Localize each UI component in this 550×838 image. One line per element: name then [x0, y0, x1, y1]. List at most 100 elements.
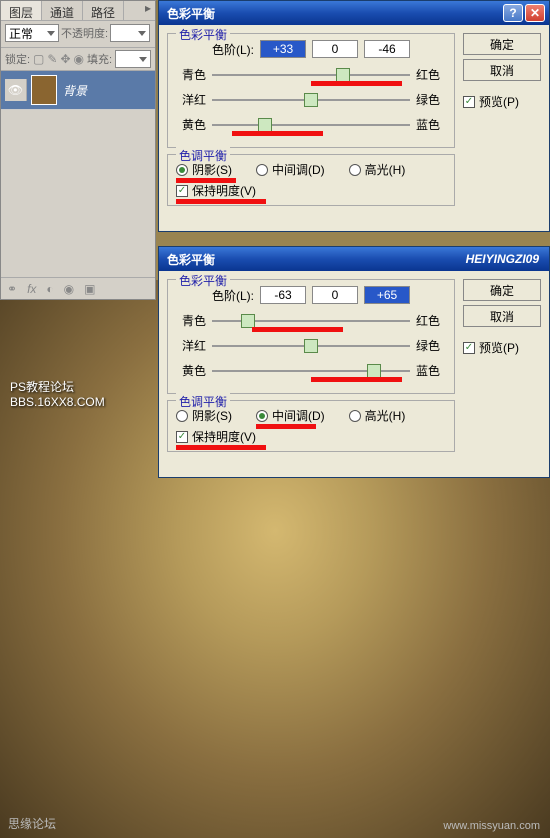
group-legend: 色彩平衡: [176, 26, 230, 43]
level-input-3[interactable]: [364, 286, 410, 304]
lock-brush-icon[interactable]: ✎: [47, 52, 57, 66]
tab-layers[interactable]: 图层: [1, 1, 42, 20]
slider-thumb[interactable]: [336, 68, 350, 82]
titlebar[interactable]: 色彩平衡 HEIYINGZI09: [159, 247, 549, 271]
visibility-toggle[interactable]: 👁: [5, 79, 27, 101]
cancel-button[interactable]: 取消: [463, 59, 541, 81]
lock-label: 锁定:: [5, 51, 30, 67]
dialog-title: 色彩平衡: [167, 251, 215, 268]
slider-right-label: 绿色: [416, 337, 446, 354]
radio-icon: [256, 410, 268, 422]
radio-icon: [256, 164, 268, 176]
opacity-label: 不透明度:: [61, 25, 108, 41]
slider-left-label: 洋红: [176, 91, 206, 108]
color-balance-dialog-1: 色彩平衡 ? ✕ 色彩平衡 色阶(L): 青色 红色洋红: [158, 0, 550, 232]
level-input-1[interactable]: [260, 40, 306, 58]
slider-track[interactable]: [212, 314, 410, 328]
ok-button[interactable]: 确定: [463, 279, 541, 301]
tone-radio[interactable]: 高光(H): [349, 407, 406, 424]
panel-menu-icon[interactable]: ▸: [141, 1, 155, 20]
opacity-input[interactable]: [110, 24, 150, 42]
radio-icon: [176, 410, 188, 422]
adjustment-icon[interactable]: ◉: [64, 282, 74, 296]
preserve-luminosity-checkbox[interactable]: ✓保持明度(V): [176, 428, 256, 445]
slider-left-label: 青色: [176, 66, 206, 83]
radio-icon: [349, 164, 361, 176]
watermark-footer-left: 思缘论坛: [8, 815, 56, 832]
slider-row: 洋红 绿色: [176, 337, 446, 354]
fx-icon[interactable]: fx: [27, 282, 36, 296]
slider-track[interactable]: [212, 93, 410, 107]
tone-radio[interactable]: 中间调(D): [256, 407, 325, 424]
slider-row: 洋红 绿色: [176, 91, 446, 108]
slider-left-label: 洋红: [176, 337, 206, 354]
slider-track[interactable]: [212, 118, 410, 132]
slider-right-label: 红色: [416, 66, 446, 83]
close-button[interactable]: ✕: [525, 4, 545, 22]
mask-icon[interactable]: ◐: [46, 282, 53, 296]
blend-mode-select[interactable]: 正常: [5, 24, 59, 42]
cancel-button[interactable]: 取消: [463, 305, 541, 327]
level-input-3[interactable]: [364, 40, 410, 58]
lock-move-icon[interactable]: ✥: [60, 52, 70, 66]
slider-left-label: 黄色: [176, 362, 206, 379]
slider-right-label: 红色: [416, 312, 446, 329]
preview-checkbox[interactable]: ✓预览(P): [463, 339, 541, 356]
slider-right-label: 蓝色: [416, 116, 446, 133]
slider-row: 黄色 蓝色: [176, 362, 446, 379]
preview-checkbox[interactable]: ✓预览(P): [463, 93, 541, 110]
ok-button[interactable]: 确定: [463, 33, 541, 55]
slider-thumb[interactable]: [304, 93, 318, 107]
slider-row: 青色 红色: [176, 66, 446, 83]
tone-balance-group: 色调平衡 阴影(S)中间调(D)高光(H) ✓保持明度(V): [167, 154, 455, 206]
slider-thumb[interactable]: [304, 339, 318, 353]
slider-right-label: 绿色: [416, 91, 446, 108]
watermark-text: PS教程论坛 BBS.16XX8.COM: [10, 378, 105, 409]
lock-row: 锁定: ▢ ✎ ✥ ◉ 填充:: [1, 48, 155, 71]
tab-paths[interactable]: 路径: [83, 1, 124, 20]
chevron-down-icon: [139, 57, 147, 62]
group-legend: 色调平衡: [176, 393, 230, 410]
layer-thumbnail[interactable]: [31, 75, 57, 105]
slider-thumb[interactable]: [367, 364, 381, 378]
folder-icon[interactable]: ▣: [84, 282, 95, 296]
tone-radio[interactable]: 高光(H): [349, 161, 406, 178]
watermark-footer-right: www.missyuan.com: [443, 820, 540, 832]
slider-left-label: 青色: [176, 312, 206, 329]
slider-track[interactable]: [212, 68, 410, 82]
chevron-down-icon: [47, 31, 55, 36]
level-input-1[interactable]: [260, 286, 306, 304]
tone-radio[interactable]: 中间调(D): [256, 161, 325, 178]
slider-thumb[interactable]: [258, 118, 272, 132]
slider-track[interactable]: [212, 339, 410, 353]
layer-controls: 正常 不透明度:: [1, 21, 155, 48]
layer-row[interactable]: 👁 背景: [1, 71, 155, 110]
color-balance-dialog-2: 色彩平衡 HEIYINGZI09 色彩平衡 色阶(L): 青色 红色洋红 绿色黄…: [158, 246, 550, 478]
fill-input[interactable]: [115, 50, 151, 68]
help-button[interactable]: ?: [503, 4, 523, 22]
radio-icon: [176, 164, 188, 176]
tab-channels[interactable]: 通道: [42, 1, 83, 20]
tone-radio[interactable]: 阴影(S): [176, 161, 232, 178]
slider-thumb[interactable]: [241, 314, 255, 328]
lock-transparent-icon[interactable]: ▢: [33, 52, 44, 66]
chevron-down-icon: [138, 31, 146, 36]
slider-track[interactable]: [212, 364, 410, 378]
level-input-2[interactable]: [312, 40, 358, 58]
level-input-2[interactable]: [312, 286, 358, 304]
link-icon[interactable]: ⚭: [7, 282, 17, 296]
tone-balance-group: 色调平衡 阴影(S)中间调(D)高光(H) ✓保持明度(V): [167, 400, 455, 452]
dialog-title: 色彩平衡: [167, 5, 215, 22]
title-extra: HEIYINGZI09: [466, 252, 539, 266]
group-legend: 色彩平衡: [176, 272, 230, 289]
lock-all-icon[interactable]: ◉: [74, 52, 84, 66]
eye-icon: 👁: [8, 83, 23, 97]
layer-name: 背景: [63, 82, 87, 99]
preserve-luminosity-checkbox[interactable]: ✓保持明度(V): [176, 182, 256, 199]
titlebar[interactable]: 色彩平衡 ? ✕: [159, 1, 549, 25]
slider-row: 黄色 蓝色: [176, 116, 446, 133]
color-balance-group: 色彩平衡 色阶(L): 青色 红色洋红 绿色黄色 蓝色: [167, 279, 455, 394]
slider-left-label: 黄色: [176, 116, 206, 133]
level-label: 色阶(L):: [212, 287, 254, 304]
color-balance-group: 色彩平衡 色阶(L): 青色 红色洋红 绿色黄色 蓝色: [167, 33, 455, 148]
